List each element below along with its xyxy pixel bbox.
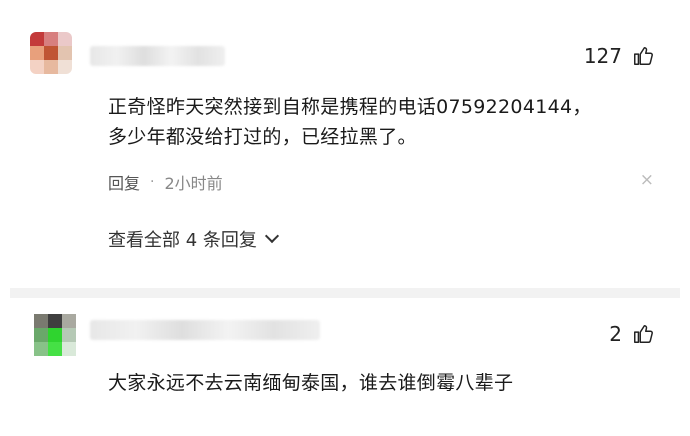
chevron-down-icon [264,228,279,244]
separator: · [150,174,155,190]
comment-text-line: 大家永远不去云南缅甸泰国，谁去谁倒霉八辈子 [108,372,514,394]
avatar-pixel [48,328,62,342]
like-count: 127 [583,44,622,68]
like-count: 2 [609,322,622,346]
avatar-pixel [62,328,76,342]
comment-text-line: 正奇怪昨天突然接到自称是携程的电话07592204144， [108,96,592,118]
avatar[interactable] [30,32,72,74]
close-icon[interactable]: × [640,170,654,190]
avatar-pixel [44,46,58,60]
avatar-pixel [30,60,44,74]
avatar[interactable] [34,314,76,356]
avatar-pixel [30,46,44,60]
avatar-pixel [34,342,48,356]
avatar-pixel [30,32,44,46]
avatar-pixel [58,32,72,46]
avatar-pixel [48,342,62,356]
avatar-pixel [34,328,48,342]
thumbs-up-icon [634,325,653,343]
username-blurred[interactable] [90,320,320,340]
avatar-pixel [44,32,58,46]
avatar-pixel [58,46,72,60]
avatar-pixel [34,314,48,328]
avatar-pixel [48,314,62,328]
like-button[interactable]: 127 [584,44,654,68]
comment-meta: 回复 · 2小时前 [108,170,223,194]
divider [10,288,680,298]
username-blurred[interactable] [90,46,225,66]
view-all-replies-label: 查看全部 4 条回复 [108,230,257,251]
thumbs-up-icon [634,47,653,65]
avatar-pixel [62,342,76,356]
avatar-pixel [58,60,72,74]
comment-text: 大家永远不去云南缅甸泰国，谁去谁倒霉八辈子 [108,368,668,398]
avatar-pixel [62,314,76,328]
comment-text: 正奇怪昨天突然接到自称是携程的电话07592204144， 多少年都没给打过的，… [108,92,668,152]
comment-text-line: 多少年都没给打过的，已经拉黑了。 [108,126,417,148]
timestamp: 2小时前 [164,174,223,193]
reply-button[interactable]: 回复 [108,170,140,194]
view-all-replies-button[interactable]: 查看全部 4 条回复 [108,226,279,252]
avatar-pixel [44,60,58,74]
like-button[interactable]: 2 [609,322,654,346]
comment-list: 127 正奇怪昨天突然接到自称是携程的电话07592204144， 多少年都没给… [10,0,680,436]
